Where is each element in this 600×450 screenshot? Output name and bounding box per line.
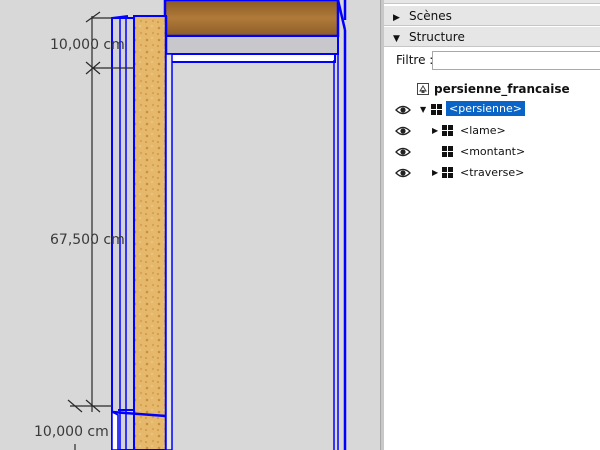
eye-icon[interactable] [395,145,411,159]
eye-icon[interactable] [395,124,411,138]
triangle-right-icon: ▶ [393,13,400,23]
triangle-down-icon[interactable]: ▼ [420,105,426,114]
section-header-previous[interactable] [384,0,600,4]
dimension-label-top: 10,000 cm [50,37,125,53]
tree-item-persienne[interactable]: ▼ <persienne> [384,100,600,120]
filter-input[interactable] [432,51,600,70]
tree-item-label: <traverse> [460,166,525,179]
component-icon [431,104,442,115]
section-label-structure: Structure [409,30,465,44]
tree-root[interactable]: persienne_francaise [384,80,600,100]
triangle-right-icon[interactable]: ▶ [432,126,438,135]
tree-item-label: <montant> [460,145,526,158]
tree-item-traverse[interactable]: ▶ <traverse> [384,163,600,183]
model-drawing [67,0,347,450]
model-icon [417,83,429,95]
viewport-3d[interactable]: 10,000 cm 67,500 cm 10,000 cm [0,0,380,450]
outliner-panel: ▶ Scènes ▼ Structure Filtre : persienne_fr… [384,0,600,450]
section-label-scenes: Scènes [409,9,452,23]
tree-item-label: <persienne> [446,101,525,116]
filter-row: Filtre : [384,48,600,74]
component-icon [442,146,453,157]
triangle-right-icon[interactable]: ▶ [432,168,438,177]
tree-item-lame[interactable]: ▶ <lame> [384,121,600,141]
triangle-down-icon: ▼ [393,34,400,44]
filter-label: Filtre : [396,53,434,67]
section-header-scenes[interactable]: ▶ Scènes [384,6,600,26]
tree-root-label: persienne_francaise [434,82,570,96]
eye-icon[interactable] [395,103,411,117]
tree-item-montant[interactable]: <montant> [384,142,600,162]
eye-icon[interactable] [395,166,411,180]
top-traverse [163,0,340,63]
section-header-structure[interactable]: ▼ Structure [384,27,600,47]
component-icon [442,125,453,136]
dimension-label-middle: 67,500 cm [50,232,125,248]
right-montant [333,0,347,450]
dimension-label-bottom: 10,000 cm [34,424,109,440]
component-icon [442,167,453,178]
tree-item-label: <lame> [460,124,506,137]
